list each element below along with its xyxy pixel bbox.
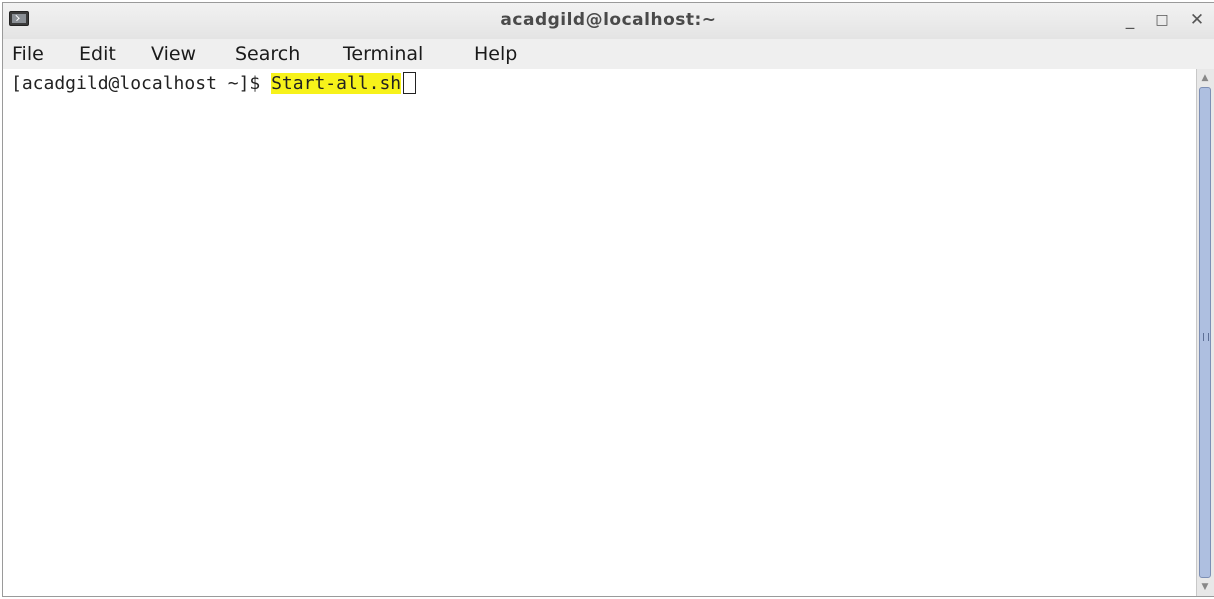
terminal-window: acadgild@localhost:~ _ □ ✕ File Edit Vie…: [2, 2, 1214, 597]
menu-help[interactable]: Help: [474, 43, 517, 65]
menu-bar: File Edit View Search Terminal Help: [3, 39, 1214, 69]
close-button[interactable]: ✕: [1185, 9, 1209, 31]
scroll-down-arrow-icon[interactable]: ▼: [1198, 580, 1212, 594]
title-bar[interactable]: acadgild@localhost:~ _ □ ✕: [3, 3, 1214, 39]
scroll-thumb[interactable]: [1199, 87, 1211, 578]
menu-search[interactable]: Search: [235, 43, 300, 65]
typed-command: Start-all.sh: [271, 73, 402, 94]
menu-view[interactable]: View: [151, 43, 196, 65]
terminal-output[interactable]: [acadgild@localhost ~]$ Start-all.sh: [3, 69, 1196, 596]
text-cursor: [403, 72, 417, 94]
command-line: [acadgild@localhost ~]$ Start-all.sh: [11, 72, 417, 96]
menu-terminal[interactable]: Terminal: [343, 43, 423, 65]
minimize-button[interactable]: _: [1118, 9, 1142, 31]
scroll-up-arrow-icon[interactable]: ▲: [1198, 71, 1212, 85]
window-title: acadgild@localhost:~: [500, 10, 717, 30]
maximize-button[interactable]: □: [1150, 9, 1174, 31]
shell-prompt: [acadgild@localhost ~]$: [11, 73, 272, 94]
menu-file[interactable]: File: [12, 43, 44, 65]
vertical-scrollbar[interactable]: ▲ ▼: [1196, 69, 1214, 596]
menu-edit[interactable]: Edit: [79, 43, 116, 65]
grip-icon: [1203, 332, 1209, 341]
